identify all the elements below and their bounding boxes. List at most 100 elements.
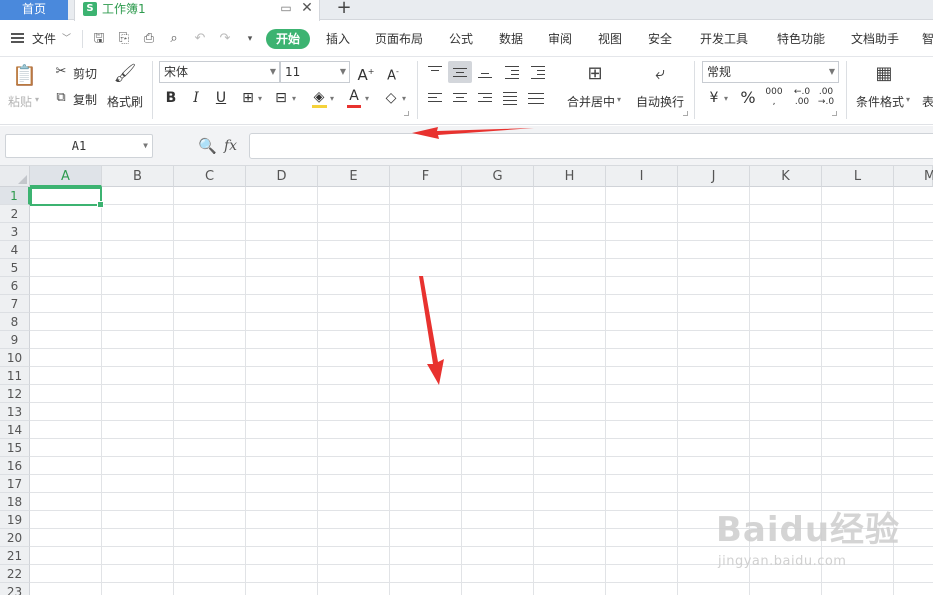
row-header[interactable]: 3 xyxy=(0,223,30,241)
row-header[interactable]: 22 xyxy=(0,565,30,583)
bold-button[interactable]: B xyxy=(161,88,181,108)
conditional-format-icon[interactable]: ▦ xyxy=(871,62,897,86)
column-header[interactable]: F xyxy=(390,166,462,187)
close-tab-icon[interactable]: ✕ xyxy=(299,0,315,16)
alignment-dialog-launcher-icon[interactable] xyxy=(683,111,688,116)
tab-smart[interactable]: 智 xyxy=(922,31,933,47)
copy-button[interactable]: 复制 xyxy=(73,91,97,108)
tab-workbook[interactable]: S 工作簿1 ▭ ✕ xyxy=(74,0,320,21)
formula-input[interactable] xyxy=(249,133,933,159)
row-header[interactable]: 18 xyxy=(0,493,30,511)
wrap-text-button[interactable]: 自动换行 xyxy=(636,93,684,110)
tab-security[interactable]: 安全 xyxy=(648,31,672,47)
export-icon[interactable]: ⎘ xyxy=(116,31,132,47)
increase-font-size-icon[interactable]: A+ xyxy=(356,62,376,84)
chevron-down-icon[interactable]: ▾ xyxy=(906,95,910,104)
decrease-font-size-icon[interactable]: A- xyxy=(383,62,403,83)
chevron-down-icon[interactable]: ▾ xyxy=(365,94,369,103)
decrease-indent-icon[interactable] xyxy=(503,63,521,81)
row-header[interactable]: 7 xyxy=(0,295,30,313)
increase-decimal-icon[interactable]: ←.0.00 xyxy=(792,87,812,107)
column-header[interactable]: K xyxy=(750,166,822,187)
thousands-separator-icon[interactable]: 000, xyxy=(764,87,784,107)
font-color-icon[interactable]: A xyxy=(344,86,364,106)
number-dialog-launcher-icon[interactable] xyxy=(832,111,837,116)
paste-dropdown-icon[interactable]: ▾ xyxy=(35,95,39,104)
tab-developer[interactable]: 开发工具 xyxy=(700,31,748,47)
chevron-down-icon[interactable]: ▾ xyxy=(617,95,621,104)
align-top-icon[interactable] xyxy=(426,63,444,81)
chevron-down-icon[interactable]: ▾ xyxy=(258,94,262,103)
underline-button[interactable]: U xyxy=(211,88,231,108)
insert-function-button[interactable]: fx xyxy=(224,136,237,156)
wrap-text-icon[interactable]: ⤶ xyxy=(647,62,673,86)
column-header[interactable]: A xyxy=(30,166,102,187)
conditional-format-button[interactable]: 条件格式 xyxy=(856,93,904,110)
select-all-button[interactable] xyxy=(0,166,30,187)
row-header[interactable]: 11 xyxy=(0,367,30,385)
merge-center-icon[interactable]: ⊞ xyxy=(582,62,608,86)
row-header[interactable]: 15 xyxy=(0,439,30,457)
tab-formulas[interactable]: 公式 xyxy=(449,31,473,47)
chevron-down-icon[interactable]: ▾ xyxy=(330,94,334,103)
scissors-icon[interactable]: ✂ xyxy=(53,64,69,80)
zoom-search-icon[interactable]: 🔍 xyxy=(198,137,217,155)
row-header[interactable]: 21 xyxy=(0,547,30,565)
align-right-icon[interactable] xyxy=(476,89,494,107)
save-icon[interactable]: 🖫 xyxy=(91,31,107,47)
format-painter-button[interactable]: 格式刷 xyxy=(107,93,143,110)
tab-review[interactable]: 审阅 xyxy=(548,31,572,47)
font-name-select[interactable]: 宋体 ▼ xyxy=(159,61,280,83)
column-header[interactable]: D xyxy=(246,166,318,187)
column-header[interactable]: M xyxy=(894,166,933,187)
tab-insert[interactable]: 插入 xyxy=(326,31,350,47)
tab-start[interactable]: 开始 xyxy=(266,29,310,49)
float-window-icon[interactable]: ▭ xyxy=(279,1,293,15)
justify-icon[interactable] xyxy=(501,89,519,107)
decrease-decimal-icon[interactable]: .00 →.0 xyxy=(816,87,836,107)
chevron-down-icon[interactable]: ▾ xyxy=(724,94,728,103)
row-header[interactable]: 4 xyxy=(0,241,30,259)
tab-special-features[interactable]: 特色功能 xyxy=(777,31,825,47)
font-size-select[interactable]: 11 ▼ xyxy=(280,61,350,83)
menu-file[interactable]: 文件 xyxy=(32,31,56,47)
name-box[interactable]: A1 ▼ xyxy=(5,134,153,158)
row-header[interactable]: 1 xyxy=(0,187,30,205)
copy-icon[interactable]: ⧉ xyxy=(53,90,69,106)
print-preview-icon[interactable]: ⌕ xyxy=(166,31,182,47)
distributed-align-icon[interactable] xyxy=(526,89,546,107)
undo-icon[interactable]: ↶ xyxy=(192,31,208,47)
row-header[interactable]: 9 xyxy=(0,331,30,349)
row-header[interactable]: 6 xyxy=(0,277,30,295)
chevron-down-icon[interactable]: ﹀ xyxy=(62,31,71,47)
redo-icon[interactable]: ↷ xyxy=(217,31,233,47)
chevron-down-icon[interactable]: ▼ xyxy=(143,135,148,157)
row-header[interactable]: 19 xyxy=(0,511,30,529)
italic-button[interactable]: I xyxy=(186,88,206,108)
chevron-down-icon[interactable]: ▾ xyxy=(292,94,296,103)
number-format-select[interactable]: 常规 ▼ xyxy=(702,61,839,83)
row-header[interactable]: 20 xyxy=(0,529,30,547)
paste-button[interactable]: 粘贴 xyxy=(8,93,32,110)
column-header[interactable]: H xyxy=(534,166,606,187)
row-header[interactable]: 16 xyxy=(0,457,30,475)
eraser-icon[interactable]: ◇ xyxy=(381,88,401,108)
tab-page-layout[interactable]: 页面布局 xyxy=(375,31,423,47)
column-header[interactable]: B xyxy=(102,166,174,187)
increase-indent-icon[interactable] xyxy=(529,63,547,81)
cut-button[interactable]: 剪切 xyxy=(73,65,97,82)
row-header[interactable]: 12 xyxy=(0,385,30,403)
chevron-down-icon[interactable]: ▾ xyxy=(402,94,406,103)
row-header[interactable]: 14 xyxy=(0,421,30,439)
table-style-button[interactable]: 表 xyxy=(922,93,933,110)
currency-icon[interactable]: ¥ xyxy=(704,88,724,108)
font-dialog-launcher-icon[interactable] xyxy=(404,111,409,116)
format-painter-icon[interactable]: 🖌 xyxy=(113,62,137,86)
row-header[interactable]: 17 xyxy=(0,475,30,493)
align-bottom-icon[interactable] xyxy=(476,63,494,81)
active-cell-selection[interactable] xyxy=(30,187,104,208)
column-header[interactable]: G xyxy=(462,166,534,187)
row-header[interactable]: 5 xyxy=(0,259,30,277)
column-header[interactable]: J xyxy=(678,166,750,187)
percent-button[interactable]: % xyxy=(738,88,758,108)
